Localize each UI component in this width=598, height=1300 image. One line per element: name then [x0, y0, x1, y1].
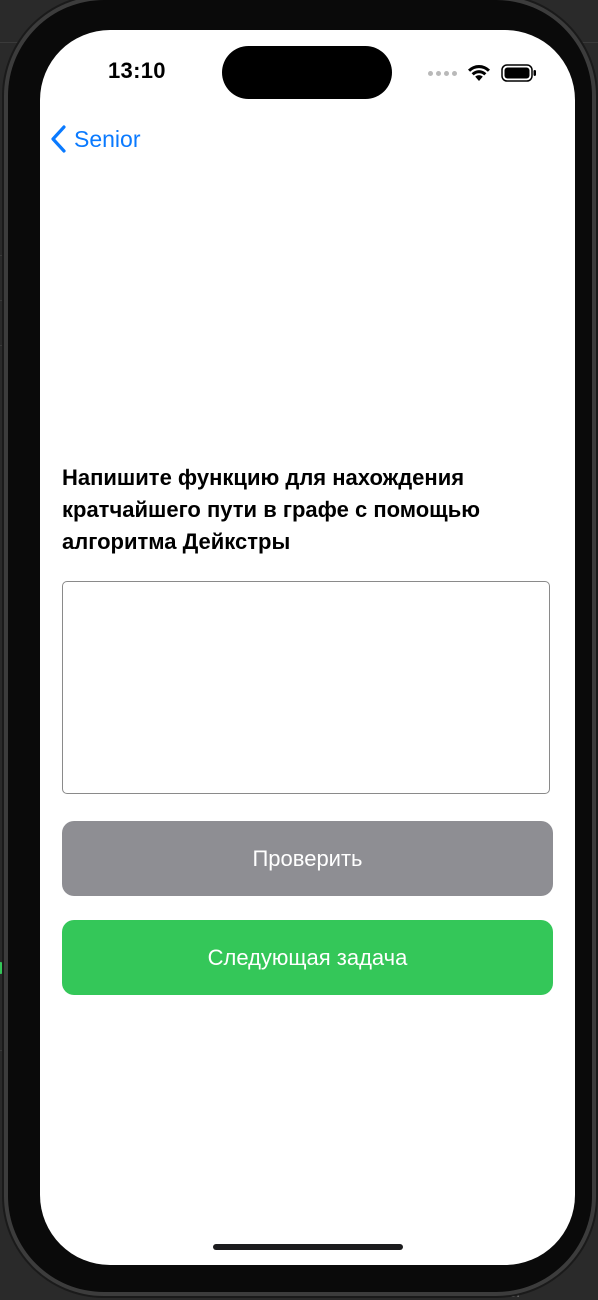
battery-icon: [501, 64, 536, 82]
answer-input[interactable]: [62, 581, 550, 794]
background-green-dot: [0, 962, 6, 974]
dynamic-island: [222, 46, 392, 99]
back-button-label: Senior: [74, 125, 141, 152]
phone-frame: 13:10 Senior Напишите функцию для нахожд…: [8, 0, 592, 1292]
cellular-dots-icon: [428, 70, 457, 76]
wifi-icon: [468, 65, 490, 81]
task-question: Напишите функцию для нахождения кратчайш…: [62, 465, 481, 554]
chevron-left-icon: [51, 125, 66, 153]
back-button[interactable]: Senior: [50, 122, 140, 156]
status-time: 13:10: [108, 58, 166, 83]
status-icons: [428, 62, 537, 84]
home-indicator[interactable]: [213, 1244, 403, 1250]
check-button[interactable]: Проверить: [62, 821, 553, 896]
phone-screen: 13:10 Senior Напишите функцию для нахожд…: [40, 30, 575, 1265]
next-task-button[interactable]: Следующая задача: [62, 920, 553, 995]
